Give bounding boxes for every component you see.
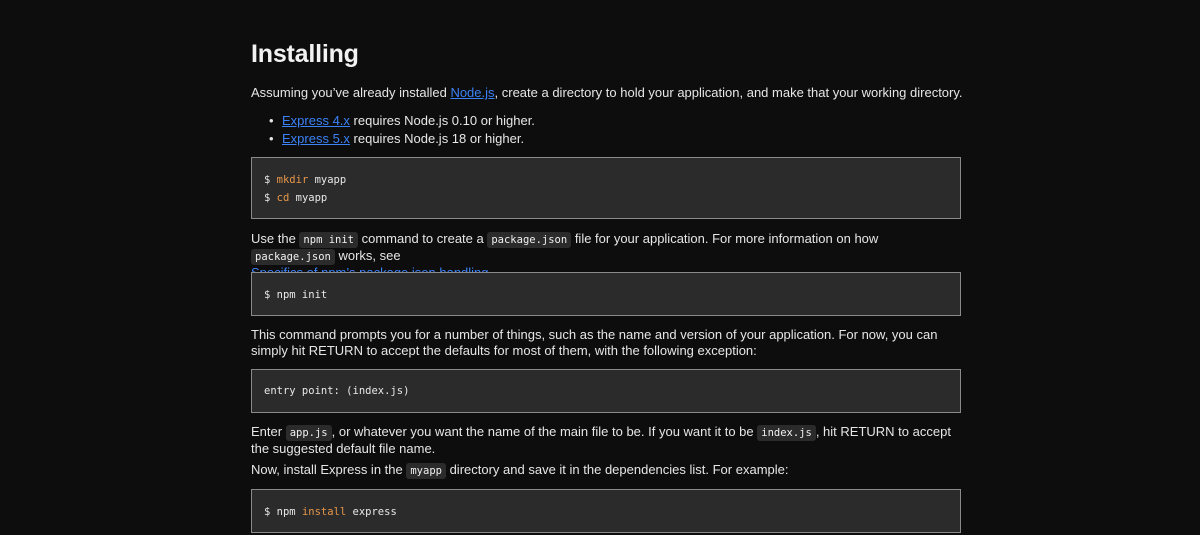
inline-code: package.json [487,232,572,248]
code-keyword: cd [276,192,290,204]
code-block-npm-install[interactable]: $ npm install express [251,489,961,533]
nodejs-link[interactable]: Node.js [450,85,494,100]
inline-code: myapp [406,463,446,479]
code-line: $ npm install express [264,506,397,518]
code-block-entry-point[interactable]: entry point: (index.js) [251,369,961,413]
intro-text-before: Assuming you’ve already installed [251,85,451,100]
express-4-link[interactable]: Express 4.x [282,113,350,128]
inline-code: npm init [299,232,358,248]
code-keyword: install [301,506,347,518]
inline-code: index.js [757,425,816,441]
inline-code: app.js [285,425,332,441]
code-line: $ npm init [264,289,328,301]
install-paragraph: Now, install Express in the myapp direct… [251,462,789,479]
code-keyword: mkdir [276,174,309,186]
list-item: • Express 5.x requires Node.js 18 or high… [269,130,535,148]
code-line: entry point: (index.js) [264,385,410,397]
version-list: • Express 4.x requires Node.js 0.10 or hi… [251,112,535,148]
express-5-link[interactable]: Express 5.x [282,131,350,146]
intro-text-after: , create a directory to hold your applic… [494,85,963,100]
code-line: $ cd myapp [264,192,328,204]
version-text: requires Node.js 0.10 or higher. [349,113,535,128]
inline-code: package.json [251,249,335,265]
bullet-icon: • [269,113,274,128]
list-item: • Express 4.x requires Node.js 0.10 or hi… [269,112,535,130]
page-title: Installing [251,40,359,68]
prompts-paragraph: This command prompts you for a number of… [251,327,938,358]
code-block-mkdir[interactable]: $ mkdir myapp $ cd myapp [251,157,961,219]
code-block-npm-init[interactable]: $ npm init [251,272,961,316]
intro-paragraph: Assuming you’ve already installed Node.j… [251,85,963,101]
enter-paragraph: Enter app.js, or whatever you want the n… [251,424,951,456]
bullet-icon: • [269,131,274,146]
code-line: $ mkdir myapp [264,174,347,186]
version-text: requires Node.js 18 or higher. [349,131,525,146]
